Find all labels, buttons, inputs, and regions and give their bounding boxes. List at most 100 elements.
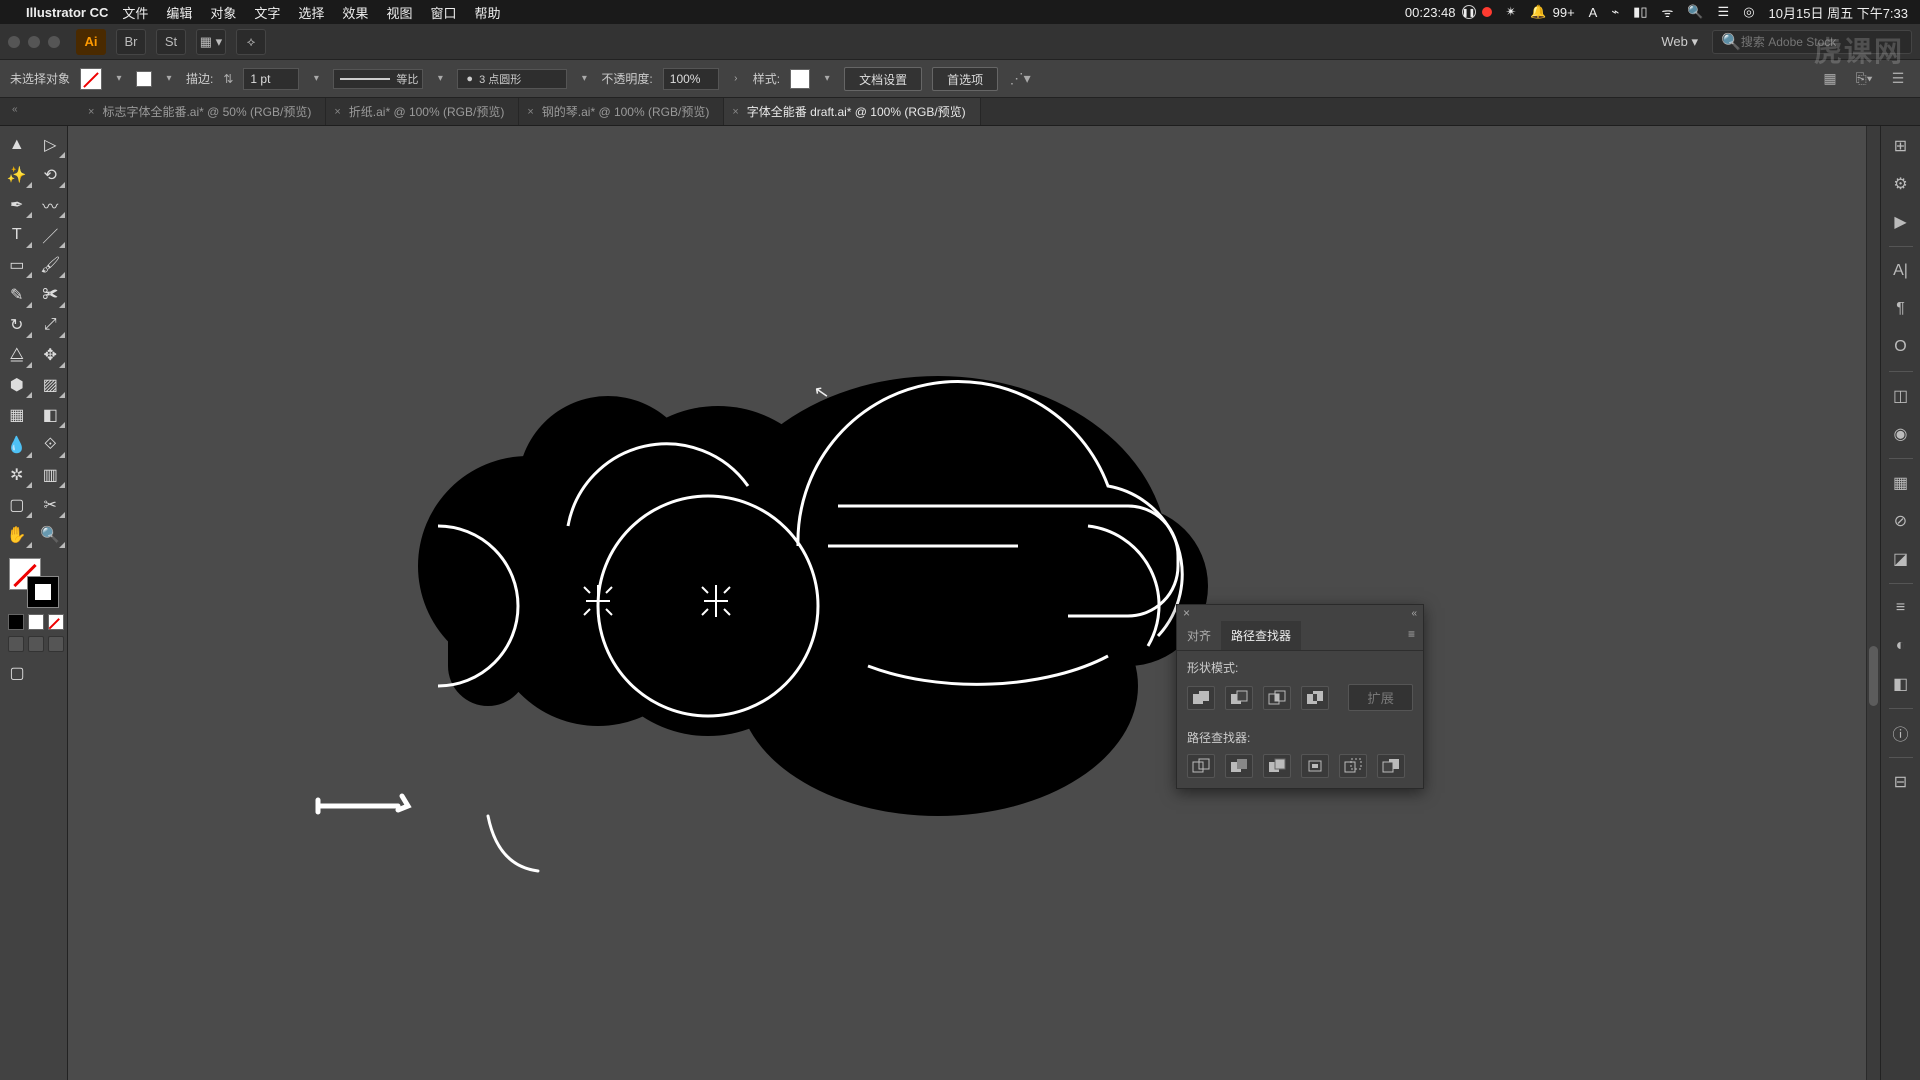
trim-icon[interactable]: [1225, 754, 1253, 778]
gpu-preview-icon[interactable]: ⟡: [236, 29, 266, 55]
mesh-tool-icon[interactable]: ▦: [0, 400, 34, 430]
control-center-icon[interactable]: ☰: [1718, 4, 1730, 20]
stock-icon[interactable]: St: [156, 29, 186, 55]
free-transform-tool-icon[interactable]: ✥: [34, 340, 68, 370]
pause-icon[interactable]: ❚❚: [1462, 5, 1476, 19]
stroke-color-icon[interactable]: [27, 576, 59, 608]
fill-stroke-proxy[interactable]: [9, 558, 59, 608]
brushes-panel-icon[interactable]: ⊘: [1887, 507, 1915, 535]
lasso-tool-icon[interactable]: ⟲: [34, 160, 68, 190]
panel-collapse-icon[interactable]: «: [1411, 608, 1417, 619]
opentype-panel-icon[interactable]: O: [1887, 333, 1915, 361]
input-source-icon[interactable]: A: [1589, 5, 1598, 20]
stroke-weight-dropdown[interactable]: ▾: [309, 68, 323, 90]
fill-dropdown[interactable]: ▾: [112, 68, 126, 90]
menu-select[interactable]: 选择: [298, 3, 324, 22]
app-name[interactable]: Illustrator CC: [26, 5, 108, 20]
direct-selection-tool-icon[interactable]: ▷: [34, 130, 68, 160]
document-tab[interactable]: ×折纸.ai* @ 100% (RGB/预览): [326, 98, 519, 125]
shaper-tool-icon[interactable]: ✎: [0, 280, 34, 310]
variable-width-profile[interactable]: 等比: [333, 69, 423, 89]
close-icon[interactable]: ×: [527, 106, 533, 118]
opacity-input[interactable]: [663, 68, 719, 90]
document-setup-button[interactable]: 文档设置: [844, 67, 922, 91]
swatches-panel-icon[interactable]: ▦: [1887, 469, 1915, 497]
crop-icon[interactable]: [1301, 754, 1329, 778]
bluetooth-icon[interactable]: ⌁: [1611, 4, 1619, 20]
minus-back-icon[interactable]: [1377, 754, 1405, 778]
canvas[interactable]: ↖ × « 对齐 路径查找器 ≡ 形状模式: 扩展 路径查找器:: [68, 126, 1880, 1080]
libraries-panel-icon[interactable]: ⚙: [1887, 170, 1915, 198]
artboard-tool-icon[interactable]: ▢: [0, 490, 34, 520]
align-dock-icon[interactable]: ⊟: [1887, 768, 1915, 796]
menu-object[interactable]: 对象: [210, 3, 236, 22]
color-white-icon[interactable]: [28, 614, 44, 630]
draw-normal-icon[interactable]: [8, 636, 24, 652]
exclude-icon[interactable]: [1301, 686, 1329, 710]
profile-dropdown[interactable]: ▾: [433, 68, 447, 90]
gradient-panel-icon[interactable]: ◐: [1887, 632, 1915, 660]
recording-timer[interactable]: 00:23:48 ❚❚: [1405, 5, 1492, 20]
eyedropper-tool-icon[interactable]: 💧: [0, 430, 34, 460]
menu-edit[interactable]: 编辑: [166, 3, 192, 22]
panel-tab-align[interactable]: 对齐: [1177, 621, 1221, 650]
menu-file[interactable]: 文件: [122, 3, 148, 22]
merge-icon[interactable]: [1263, 754, 1291, 778]
stroke-stepper-icon[interactable]: ⇅: [223, 72, 233, 86]
align-to-icon[interactable]: ⋰▾: [1008, 68, 1032, 90]
bridge-icon[interactable]: Br: [116, 29, 146, 55]
tab-overflow-icon[interactable]: «: [12, 104, 18, 115]
properties-panel-icon[interactable]: ⊞: [1887, 132, 1915, 160]
shape-builder-tool-icon[interactable]: ⬢: [0, 370, 34, 400]
graphic-style-swatch[interactable]: [790, 69, 810, 89]
record-icon[interactable]: [1482, 7, 1492, 17]
isolate-icon[interactable]: ⎘▾: [1852, 68, 1876, 90]
siri-icon[interactable]: ◎: [1743, 4, 1754, 20]
symbols-panel-icon[interactable]: ◪: [1887, 545, 1915, 573]
outline-icon[interactable]: [1339, 754, 1367, 778]
panel-menu-icon[interactable]: ≡: [1400, 621, 1423, 650]
eraser-tool-icon[interactable]: ✀: [34, 280, 68, 310]
menu-view[interactable]: 视图: [386, 3, 412, 22]
transform-panel-icon[interactable]: ▦: [1818, 68, 1842, 90]
appearance-panel-icon[interactable]: ◉: [1887, 420, 1915, 448]
blend-tool-icon[interactable]: ⟐: [34, 430, 68, 460]
intersect-icon[interactable]: [1263, 686, 1291, 710]
draw-behind-icon[interactable]: [28, 636, 44, 652]
slice-tool-icon[interactable]: ✂: [34, 490, 68, 520]
actions-panel-icon[interactable]: ▶: [1887, 208, 1915, 236]
wechat-icon[interactable]: ✴︎: [1506, 4, 1517, 20]
menu-type[interactable]: 文字: [254, 3, 280, 22]
fill-swatch[interactable]: [80, 68, 102, 90]
spotlight-icon[interactable]: 🔍: [1687, 4, 1703, 20]
stroke-swatch[interactable]: [136, 71, 152, 87]
wifi-icon[interactable]: ᯤ: [1661, 3, 1673, 21]
document-tab-active[interactable]: ×字体全能番 draft.ai* @ 100% (RGB/预览): [724, 98, 980, 125]
panel-titlebar[interactable]: × «: [1177, 605, 1423, 621]
pen-tool-icon[interactable]: ✒: [0, 190, 34, 220]
paintbrush-tool-icon[interactable]: 🖌: [34, 250, 68, 280]
brush-dropdown[interactable]: ▾: [577, 68, 591, 90]
paragraph-panel-icon[interactable]: ¶: [1887, 295, 1915, 323]
rectangle-tool-icon[interactable]: ▭: [0, 250, 34, 280]
divide-icon[interactable]: [1187, 754, 1215, 778]
width-tool-icon[interactable]: ⧋: [0, 340, 34, 370]
transparency-panel-icon[interactable]: ◧: [1887, 670, 1915, 698]
selection-tool-icon[interactable]: ▲: [0, 130, 34, 160]
stroke-panel-icon[interactable]: ≡: [1887, 594, 1915, 622]
stroke-dropdown[interactable]: ▾: [162, 68, 176, 90]
color-black-icon[interactable]: [8, 614, 24, 630]
arrange-documents-icon[interactable]: ▦ ▾: [196, 29, 226, 55]
column-graph-tool-icon[interactable]: ▥: [34, 460, 68, 490]
menu-help[interactable]: 帮助: [474, 3, 500, 22]
info-panel-icon[interactable]: ⓘ: [1887, 719, 1915, 747]
menu-window[interactable]: 窗口: [430, 3, 456, 22]
vertical-scrollbar[interactable]: [1866, 126, 1880, 1080]
window-traffic-lights[interactable]: [8, 36, 60, 48]
document-tab[interactable]: ×钢的琴.ai* @ 100% (RGB/预览): [519, 98, 724, 125]
color-none-icon[interactable]: [48, 614, 64, 630]
symbol-sprayer-tool-icon[interactable]: ✲: [0, 460, 34, 490]
menu-effect[interactable]: 效果: [342, 3, 368, 22]
minus-front-icon[interactable]: [1225, 686, 1253, 710]
style-dropdown[interactable]: ▾: [820, 68, 834, 90]
